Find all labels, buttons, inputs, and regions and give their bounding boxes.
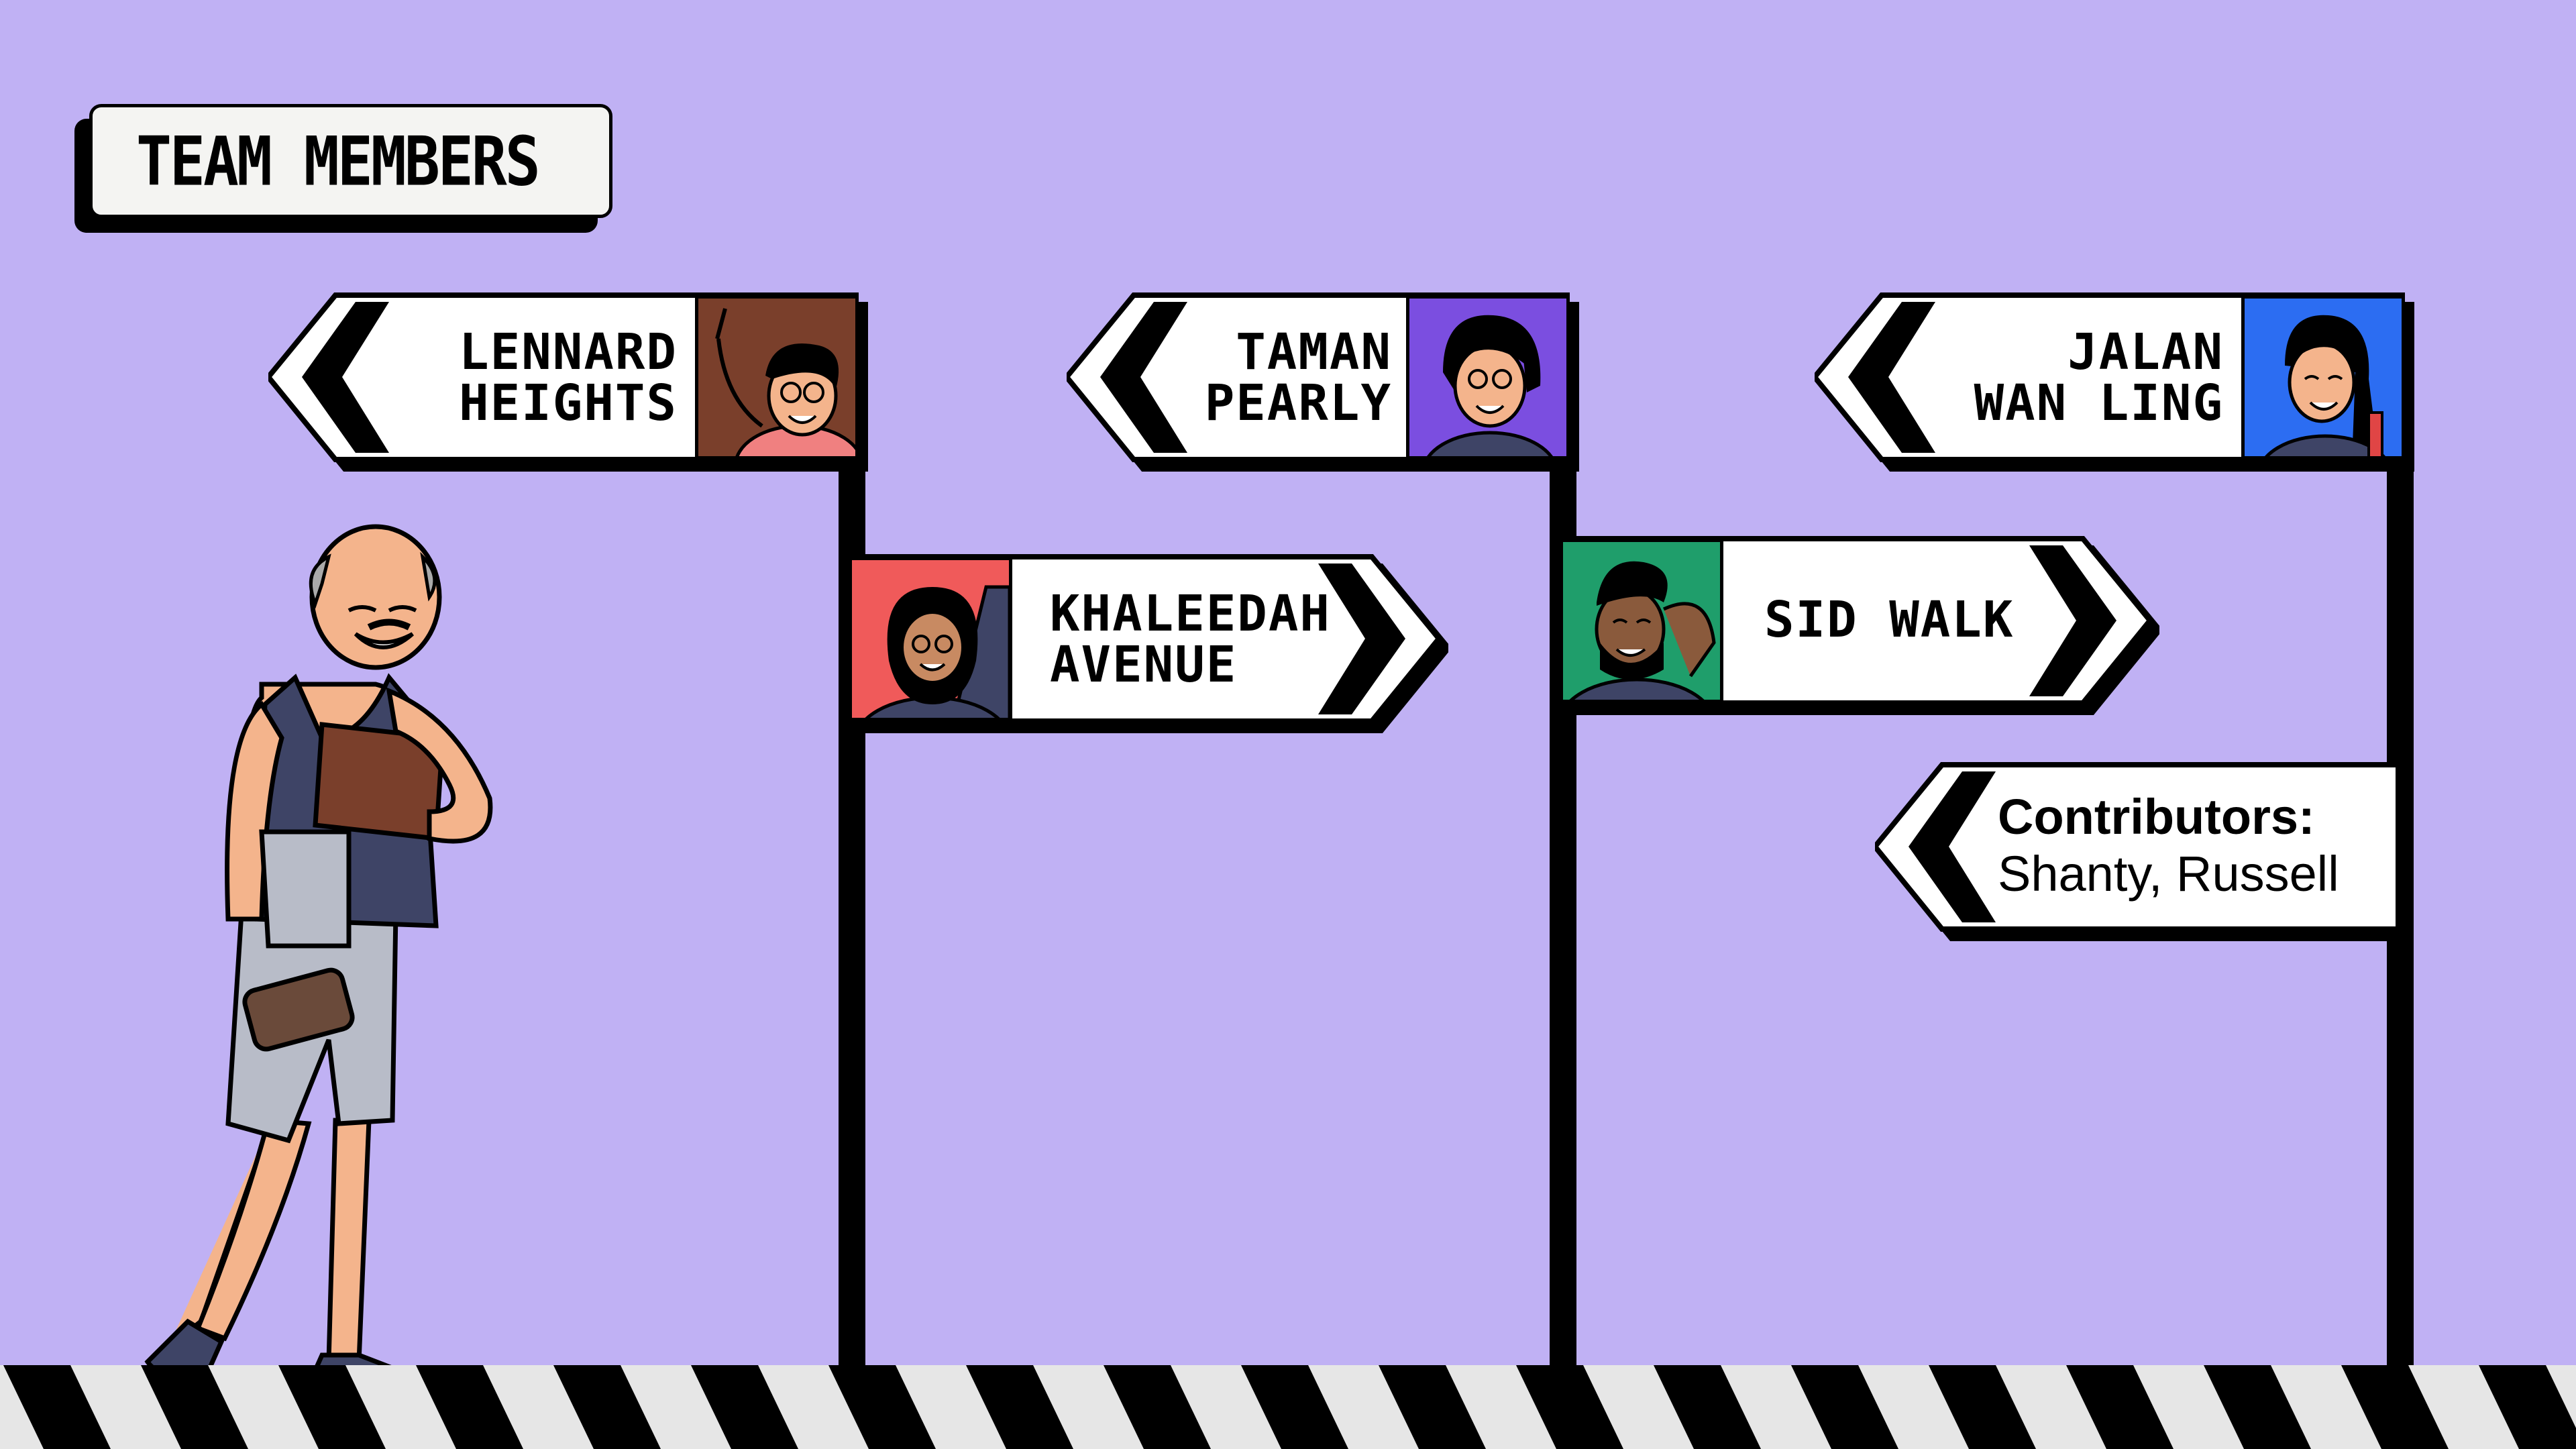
sign-khaleedah-avenue: KHALEEDAH AVENUE — [849, 553, 1439, 724]
sign-line-1: KHALEEDAH — [1050, 585, 1331, 643]
sign-line-1: JALAN — [2068, 323, 2224, 381]
page-title: TEAM MEMBERS — [136, 121, 541, 201]
avatar-sid — [1560, 539, 1723, 703]
sign-post-2 — [1550, 315, 1576, 1375]
sign-jalan-wan-ling: JALAN WAN LING — [1815, 292, 2405, 463]
sign-taman-pearly: TAMAN PEARLY — [1067, 292, 1570, 463]
sign-contributors: Contributors: Shanty, Russell — [1875, 761, 2398, 932]
sign-post-1 — [839, 315, 865, 1375]
avatar-wan-ling — [2241, 295, 2405, 460]
avatar-lennard — [695, 295, 859, 460]
walking-man-illustration — [107, 517, 537, 1415]
contributors-names: Shanty, Russell — [1998, 846, 2339, 902]
sign-line-1: SID WALK — [1764, 591, 2015, 649]
contributors-label: Contributors: — [1998, 789, 2315, 845]
sign-sid-walk: SID WALK — [1560, 535, 2150, 706]
sign-line-2: WAN LING — [1974, 374, 2224, 432]
sign-line-2: AVENUE — [1050, 636, 1238, 694]
crosswalk — [0, 1365, 2576, 1449]
sign-line-1: TAMAN — [1236, 323, 1392, 381]
sign-line-2: HEIGHTS — [459, 374, 678, 432]
sign-lennard-heights: LENNARD HEIGHTS — [268, 292, 859, 463]
sign-line-1: LENNARD — [459, 323, 678, 381]
sign-line-2: PEARLY — [1204, 374, 1392, 432]
avatar-pearly — [1406, 295, 1570, 460]
avatar-khaleedah — [849, 557, 1012, 721]
title-card: TEAM MEMBERS — [89, 104, 612, 218]
